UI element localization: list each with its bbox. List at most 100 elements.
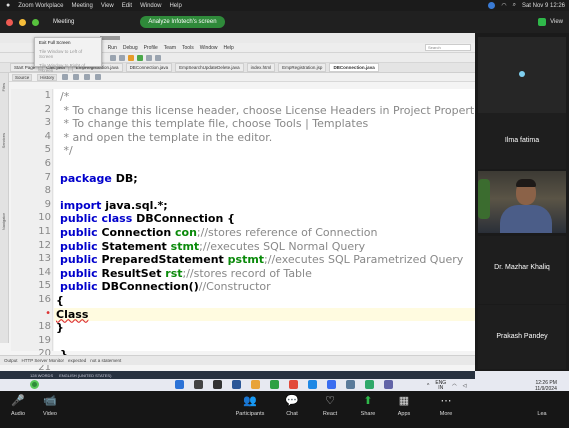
app-icon[interactable] <box>270 380 279 389</box>
control-label: More <box>439 411 453 417</box>
explorer-icon[interactable] <box>251 380 260 389</box>
participant-name: Prakash Pandey <box>496 333 548 340</box>
line-number: 11 <box>38 226 51 237</box>
debug-icon[interactable] <box>146 54 152 61</box>
output-tab[interactable]: Output <box>4 358 18 363</box>
participant-video[interactable] <box>478 171 566 233</box>
code-text: DB; <box>111 171 138 185</box>
editor-tab[interactable]: index.html <box>246 63 276 72</box>
zoom-icon[interactable] <box>327 380 336 389</box>
tray-language[interactable]: ENG IN <box>435 381 446 391</box>
code-text: /* <box>60 90 70 103</box>
new-file-icon[interactable] <box>110 54 116 61</box>
navigator-panel-tab[interactable]: Navigator <box>1 213 6 230</box>
line-number: • <box>45 307 51 319</box>
apple-icon[interactable]: ● <box>6 2 10 9</box>
open-project-icon[interactable] <box>119 54 125 61</box>
ide-menu-item[interactable]: Team <box>164 45 176 51</box>
search-icon[interactable] <box>194 380 203 389</box>
menubar-item-meeting[interactable]: Meeting <box>71 3 92 9</box>
run-icon[interactable] <box>137 54 143 61</box>
menubar-item-edit[interactable]: Edit <box>122 3 132 9</box>
code-text: { <box>56 294 64 307</box>
edge-icon[interactable] <box>308 380 317 389</box>
error-expected: expected <box>67 358 87 363</box>
side-strip: Files Services Navigator <box>0 73 9 343</box>
code-keyword: import <box>60 198 102 212</box>
zoom-video-button[interactable]: 📹 Video <box>28 395 72 417</box>
task-view-icon[interactable] <box>213 380 222 389</box>
chrome-icon[interactable] <box>289 380 298 389</box>
menu-tile-right[interactable]: Tile Window to Right of Screen <box>35 61 101 75</box>
minimize-window-icon[interactable] <box>19 18 26 26</box>
line-number: 15 <box>38 280 51 292</box>
ide-menu-item[interactable]: Tools <box>182 45 194 51</box>
chat-icon: 💬 <box>285 395 299 407</box>
menu-exit-full-screen[interactable]: Exit Full Screen <box>35 38 101 47</box>
http-monitor-tab[interactable]: HTTP Server Monitor <box>22 358 64 363</box>
participant-name: Ilma fatima <box>504 137 540 144</box>
participant-tile[interactable]: Ilma fatima <box>478 113 566 169</box>
language-status: ENGLISH (UNITED STATES) <box>59 372 112 378</box>
search-icon[interactable]: ⌕ <box>513 2 516 9</box>
ide-menu-item[interactable]: Profile <box>144 45 158 51</box>
app-icon[interactable] <box>365 380 374 389</box>
code-line: * To change this template file, choose T… <box>60 117 368 131</box>
control-label: React <box>322 411 338 417</box>
code-editor[interactable]: /* * To change this license header, choo… <box>54 89 493 361</box>
volume-icon[interactable]: ◁ <box>463 383 467 389</box>
wifi-icon[interactable]: ◠ <box>452 383 456 389</box>
line-number: 16 <box>38 294 51 305</box>
menubar-item-view[interactable]: View <box>101 3 114 9</box>
close-window-icon[interactable] <box>6 18 13 26</box>
editor-tab-active[interactable]: DBConnection.java <box>329 63 379 72</box>
editor-tab[interactable]: EmpRegistration.jsp <box>278 63 327 72</box>
code-keyword: public class <box>60 212 133 226</box>
code-field: pstmt <box>223 253 265 267</box>
zoom-participants-button[interactable]: 👥 Participants <box>228 395 272 417</box>
windows-taskbar: 128 WORDS ENGLISH (UNITED STATES) ^ ENG … <box>0 371 569 392</box>
editor-tab[interactable]: EmpSearchUpdateDelete.java <box>175 63 244 72</box>
menu-tile-left[interactable]: Tile Window to Left of Screen <box>35 47 101 61</box>
code-keyword: public <box>60 266 98 280</box>
menubar-app-name[interactable]: Zoom Workplace <box>18 3 63 9</box>
ide-menu-item[interactable]: Window <box>200 45 218 51</box>
editor-tab[interactable]: DBConnection.java <box>125 63 173 72</box>
view-button[interactable]: View <box>550 19 563 25</box>
profile-icon[interactable] <box>155 54 161 61</box>
ide-menu-item[interactable]: Help <box>224 45 234 51</box>
files-panel-tab[interactable]: Files <box>1 83 6 91</box>
wifi-icon[interactable]: ◠ <box>501 2 506 9</box>
word-icon[interactable] <box>232 380 241 389</box>
windows-icon[interactable] <box>175 380 184 389</box>
participant-tile[interactable] <box>478 37 566 113</box>
code-comment: ;//stores record of Table <box>182 266 312 280</box>
zoom-lea-button[interactable]: Lea <box>520 395 564 417</box>
teams-icon[interactable] <box>384 380 393 389</box>
line-number: 7 <box>44 171 51 183</box>
start-icon[interactable] <box>30 380 39 389</box>
zoom-more-button[interactable]: ⋯ More <box>424 395 468 417</box>
code-line: } <box>56 321 64 335</box>
code-text: DBConnection { <box>132 212 235 226</box>
ide-menu-item[interactable]: Run <box>108 45 117 51</box>
code-keyword: public <box>60 239 98 253</box>
ide-menu-item[interactable]: Debug <box>123 45 138 51</box>
zoom-status-icon[interactable] <box>488 2 496 9</box>
menubar-item-window[interactable]: Window <box>140 3 161 9</box>
source-tab[interactable]: Source <box>12 73 33 81</box>
participant-tile[interactable]: Prakash Pandey <box>478 305 566 369</box>
lea-icon <box>535 395 549 407</box>
zoom-apps-button[interactable]: ▦ Apps <box>382 395 426 417</box>
menubar-item-help[interactable]: Help <box>169 3 181 9</box>
avatar <box>519 71 525 77</box>
screen-share-indicator[interactable]: Analyze Infotech's screen <box>140 16 225 28</box>
participant-tile[interactable]: Dr. Mazhar Khaliq <box>478 236 566 304</box>
chevron-up-icon[interactable]: ^ <box>427 383 429 389</box>
services-panel-tab[interactable]: Services <box>1 133 6 148</box>
ide-search-input[interactable]: Search <box>425 44 471 51</box>
app-icon[interactable] <box>346 380 355 389</box>
code-text: Class <box>56 307 89 321</box>
fullscreen-window-icon[interactable] <box>32 18 39 26</box>
build-icon[interactable] <box>128 54 134 61</box>
